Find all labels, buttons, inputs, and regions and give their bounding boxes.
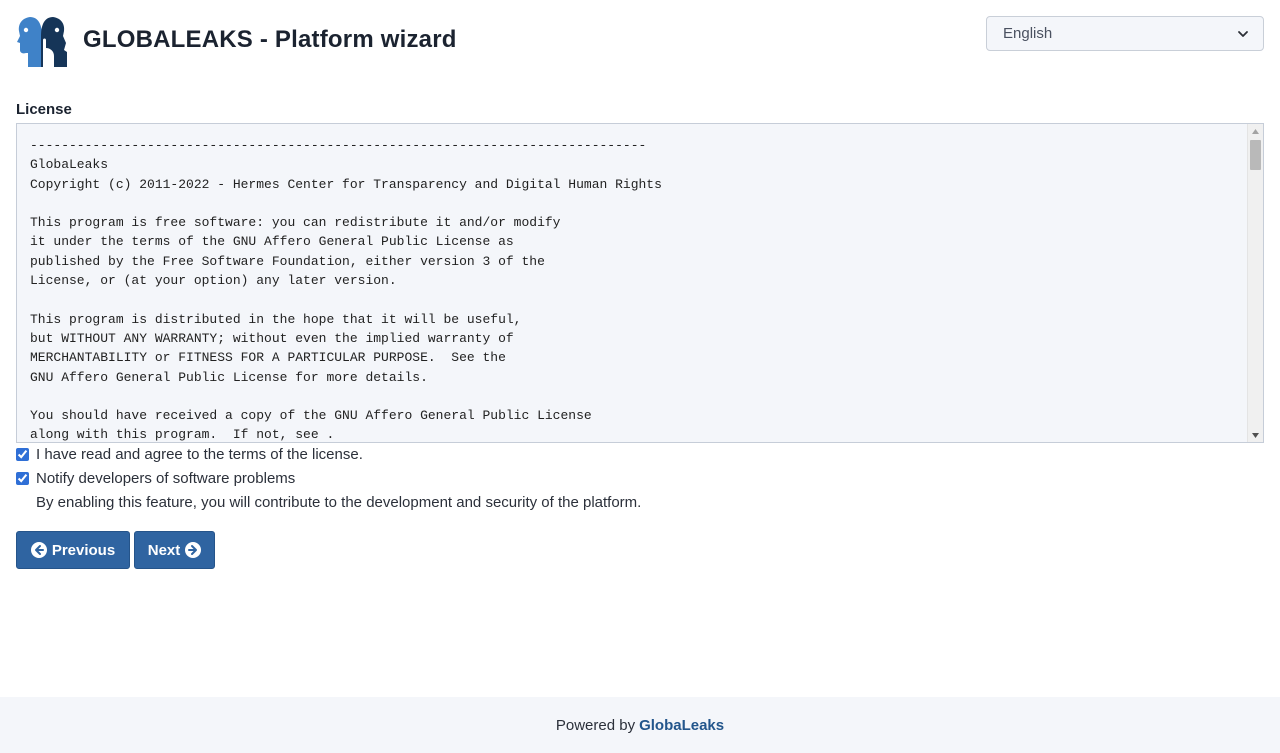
page-title: GLOBALEAKS - Platform wizard [83,26,457,53]
notify-developers-row[interactable]: Notify developers of software problems [16,470,295,487]
footer-powered-by: Powered by [555,716,636,734]
chevron-down-icon [1238,30,1248,37]
notify-developers-checkbox[interactable] [16,472,29,485]
arrow-circle-left-icon [30,542,47,558]
scroll-down-arrow-icon[interactable] [1248,428,1263,442]
footer: Powered by GlobaLeaks [0,697,1280,753]
license-textarea[interactable]: ----------------------------------------… [16,123,1264,443]
globaleaks-logo-icon [16,16,67,67]
agree-license-checkbox[interactable] [16,448,29,461]
previous-button-label: Previous [51,541,116,559]
next-button-label: Next [147,541,181,559]
arrow-circle-right-icon [185,542,202,558]
agree-license-row[interactable]: I have read and agree to the terms of th… [16,446,363,463]
header: GLOBALEAKS - Platform wizard English [16,16,1264,68]
globaleaks-link[interactable]: GlobaLeaks [639,717,724,734]
language-select[interactable]: English [986,16,1264,51]
next-button[interactable]: Next [134,531,215,569]
scroll-up-arrow-icon[interactable] [1248,124,1263,138]
notify-developers-label: Notify developers of software problems [36,470,296,487]
license-text: ----------------------------------------… [30,138,662,443]
license-scrollbar[interactable] [1247,124,1263,442]
language-selected-value: English [1003,25,1053,42]
agree-license-label: I have read and agree to the terms of th… [36,446,363,463]
scrollbar-thumb[interactable] [1250,140,1261,170]
license-label: License [16,101,72,118]
notify-developers-note: By enabling this feature, you will contr… [36,494,642,511]
previous-button[interactable]: Previous [16,531,130,569]
